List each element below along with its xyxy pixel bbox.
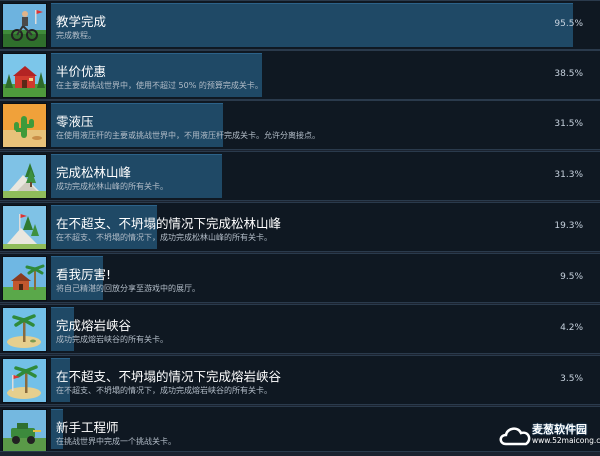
achievement-percent: 3.5%	[560, 374, 583, 384]
achievement-description: 在不超支、不坍塌的情况下，成功完成松林山峰的所有关卡。	[56, 233, 272, 242]
achievement-percent: 4.2%	[560, 323, 583, 333]
achievement-percent: 31.3%	[554, 170, 583, 180]
achievement-row[interactable]: 完成熔岩峡谷 成功完成熔岩峡谷的所有关卡。 4.2%	[0, 304, 600, 354]
achievement-title: 在不超支、不坍塌的情况下完成松林山峰	[56, 216, 282, 231]
pine-mountain-icon	[2, 154, 47, 199]
pine-mountain-flag-icon	[2, 205, 47, 250]
achievement-row[interactable]: 完成松林山峰 成功完成松林山峰的所有关卡。 31.3%	[0, 151, 600, 201]
progress-track	[51, 2, 598, 48]
achievement-description: 在挑战世界中完成一个挑战关卡。	[56, 437, 176, 446]
achievement-list: 教学完成 完成教程。 95.5% 半价优惠 在主要或挑战世界中，使用不超过 50…	[0, 0, 600, 452]
achievement-description: 成功完成熔岩峡谷的所有关卡。	[56, 335, 168, 344]
achievement-description: 将自己精湛的回放分享至游戏中的展厅。	[56, 284, 200, 293]
achievement-description: 在使用液压杆的主要或挑战世界中，不用液压杆完成关卡。允许分离接点。	[56, 131, 320, 140]
achievement-row[interactable]: 半价优惠 在主要或挑战世界中，使用不超过 50% 的预算完成关卡。 38.5%	[0, 50, 600, 100]
achievement-title: 在不超支、不坍塌的情况下完成熔岩峡谷	[56, 369, 282, 384]
progress-track	[51, 102, 598, 148]
progress-track	[51, 52, 598, 98]
achievement-description: 在不超支、不坍塌的情况下，成功完成熔岩峡谷的所有关卡。	[56, 386, 272, 395]
achievement-row[interactable]: 在不超支、不坍塌的情况下完成熔岩峡谷 在不超支、不坍塌的情况下，成功完成熔岩峡谷…	[0, 355, 600, 405]
palm-island-icon	[2, 307, 47, 352]
progress-track	[51, 153, 598, 199]
achievement-percent: 19.3%	[554, 221, 583, 231]
achievement-title: 看我厉害!	[56, 267, 112, 282]
palm-house-icon	[2, 256, 47, 301]
achievement-row[interactable]: 零液压 在使用液压杆的主要或挑战世界中，不用液压杆完成关卡。允许分离接点。 31…	[0, 100, 600, 150]
green-vehicle-icon	[2, 409, 47, 451]
achievement-description: 完成教程。	[56, 31, 96, 40]
achievement-title: 零液压	[56, 114, 94, 129]
progress-track	[51, 255, 598, 301]
palm-island-flag-icon	[2, 358, 47, 403]
achievement-percent: 95.5%	[554, 19, 583, 29]
achievement-row[interactable]: 看我厉害! 将自己精湛的回放分享至游戏中的展厅。 9.5%	[0, 253, 600, 303]
achievement-percent: 31.5%	[554, 119, 583, 129]
watermark-name: 麦葱软件园	[532, 423, 587, 436]
achievement-title: 完成松林山峰	[56, 165, 132, 180]
red-house-icon	[2, 53, 47, 98]
desert-cactus-icon	[2, 103, 47, 148]
achievement-percent: 38.5%	[554, 69, 583, 79]
watermark-url: www.52maicong.com	[532, 436, 600, 445]
achievement-title: 教学完成	[56, 14, 107, 29]
progress-track	[51, 306, 598, 352]
biker-tutorial-icon	[2, 3, 47, 48]
achievement-percent: 9.5%	[560, 272, 583, 282]
achievement-description: 成功完成松林山峰的所有关卡。	[56, 182, 168, 191]
achievement-title: 半价优惠	[56, 64, 107, 79]
achievement-title: 完成熔岩峡谷	[56, 318, 132, 333]
progress-fill	[51, 3, 574, 47]
achievement-description: 在主要或挑战世界中，使用不超过 50% 的预算完成关卡。	[56, 81, 263, 90]
cloud-logo-icon	[499, 427, 531, 446]
achievement-title: 新手工程师	[56, 420, 119, 435]
achievement-row[interactable]: 教学完成 完成教程。 95.5%	[0, 0, 600, 50]
achievement-row[interactable]: 在不超支、不坍塌的情况下完成松林山峰 在不超支、不坍塌的情况下，成功完成松林山峰…	[0, 202, 600, 252]
